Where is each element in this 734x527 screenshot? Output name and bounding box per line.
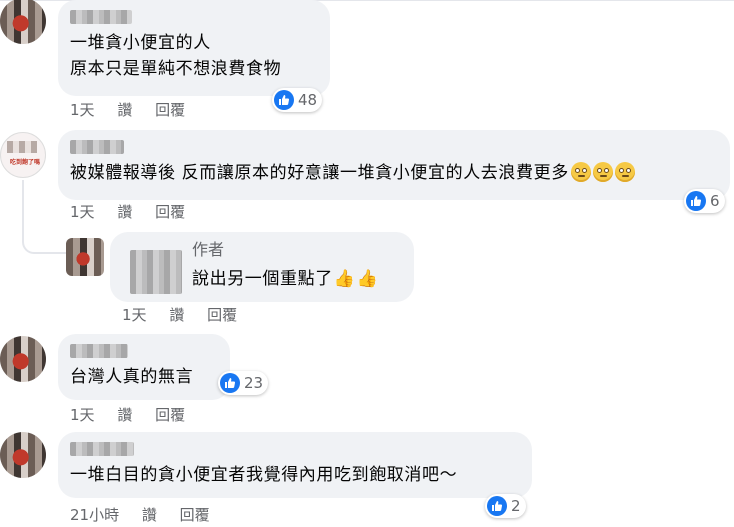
reaction-count[interactable]: 6 <box>684 189 725 213</box>
reply-actions: 1天 讚 回覆 <box>122 305 237 325</box>
like-icon <box>274 90 294 110</box>
comment-time[interactable]: 1天 <box>70 101 95 119</box>
eye-roll-emoji-icon <box>592 162 613 182</box>
like-action[interactable]: 讚 <box>117 101 132 119</box>
reply-content: 作者 說出另一個重點了👍👍 <box>192 240 378 294</box>
comment-bubble: 被媒體報導後 反而讓原本的好意讓一堆貪小便宜的人去浪費更多 <box>58 130 730 200</box>
comment-text: 台灣人真的無言 <box>70 367 194 387</box>
commenter-name-blurred[interactable] <box>70 10 132 24</box>
reply-action[interactable]: 回覆 <box>155 203 185 221</box>
reply-action[interactable]: 回覆 <box>155 406 185 424</box>
reply-header: 作者 說出另一個重點了👍👍 <box>130 240 402 294</box>
like-icon <box>686 191 706 211</box>
comment-actions: 1天 讚 回覆 <box>70 202 185 222</box>
like-action[interactable]: 讚 <box>142 506 157 524</box>
reply-text-content: 說出另一個重點了 <box>192 269 333 289</box>
reaction-count[interactable]: 48 <box>272 88 323 112</box>
comment-bubble: 台灣人真的無言 <box>58 334 230 400</box>
reply-text: 說出另一個重點了👍👍 <box>192 266 378 292</box>
avatar[interactable] <box>0 0 46 44</box>
comment-text-line: 一堆貪小便宜的人 <box>70 33 211 53</box>
comment-time[interactable]: 1天 <box>122 306 147 324</box>
reply-action[interactable]: 回覆 <box>180 506 210 524</box>
avatar[interactable] <box>0 432 46 478</box>
author-badge: 作者 <box>192 240 225 259</box>
reply-action[interactable]: 回覆 <box>155 101 185 119</box>
avatar[interactable]: 吃到飽了嗎 <box>0 132 46 178</box>
comment-bubble: 一堆白目的貪小便宜者我覺得內用吃到飽取消吧～ <box>58 432 532 498</box>
reaction-count-value: 2 <box>511 497 521 515</box>
reply-action[interactable]: 回覆 <box>207 306 237 324</box>
reaction-count[interactable]: 2 <box>485 494 526 518</box>
like-action[interactable]: 讚 <box>117 406 132 424</box>
comment-actions: 21小時 讚 回覆 <box>70 505 210 525</box>
commenter-name-blurred[interactable] <box>70 344 128 358</box>
comment-text: 一堆白目的貪小便宜者我覺得內用吃到飽取消吧～ <box>70 465 458 485</box>
comment-actions: 1天 讚 回覆 <box>70 405 185 425</box>
comment-actions: 1天 讚 回覆 <box>70 100 185 120</box>
commenter-name-blurred[interactable] <box>70 140 124 154</box>
comment-time[interactable]: 1天 <box>70 203 95 221</box>
reaction-count-value: 23 <box>244 374 264 392</box>
eye-roll-emoji-icon <box>570 162 591 182</box>
comment-time[interactable]: 21小時 <box>70 506 119 524</box>
thumbs-up-emoji-icon: 👍 <box>333 269 356 289</box>
reaction-count[interactable]: 23 <box>218 371 269 395</box>
comment-text: 被媒體報導後 反而讓原本的好意讓一堆貪小便宜的人去浪費更多 <box>70 160 718 186</box>
comment-time[interactable]: 1天 <box>70 406 95 424</box>
like-icon <box>487 496 507 516</box>
comment-bubble: 一堆貪小便宜的人 原本只是單純不想浪費食物 <box>58 0 330 96</box>
reaction-count-value: 6 <box>710 192 720 210</box>
avatar-logo-text: 吃到飽了嗎 <box>9 159 40 166</box>
reaction-count-value: 48 <box>298 91 318 109</box>
like-action[interactable]: 讚 <box>117 203 132 221</box>
comment-text-content: 被媒體報導後 反而讓原本的好意讓一堆貪小便宜的人去浪費更多 <box>70 163 569 183</box>
comment-text-line: 原本只是單純不想浪費食物 <box>70 59 282 79</box>
avatar[interactable] <box>0 336 46 382</box>
thumbs-up-emoji-icon: 👍 <box>356 269 379 289</box>
reply-bubble: 作者 說出另一個重點了👍👍 <box>110 232 414 302</box>
like-icon <box>220 373 240 393</box>
eye-roll-emoji-icon <box>614 162 635 182</box>
avatar[interactable] <box>66 238 104 276</box>
like-action[interactable]: 讚 <box>169 306 184 324</box>
thread-curve <box>22 222 66 254</box>
commenter-name-blurred[interactable] <box>130 250 182 294</box>
commenter-name-blurred[interactable] <box>70 442 134 456</box>
